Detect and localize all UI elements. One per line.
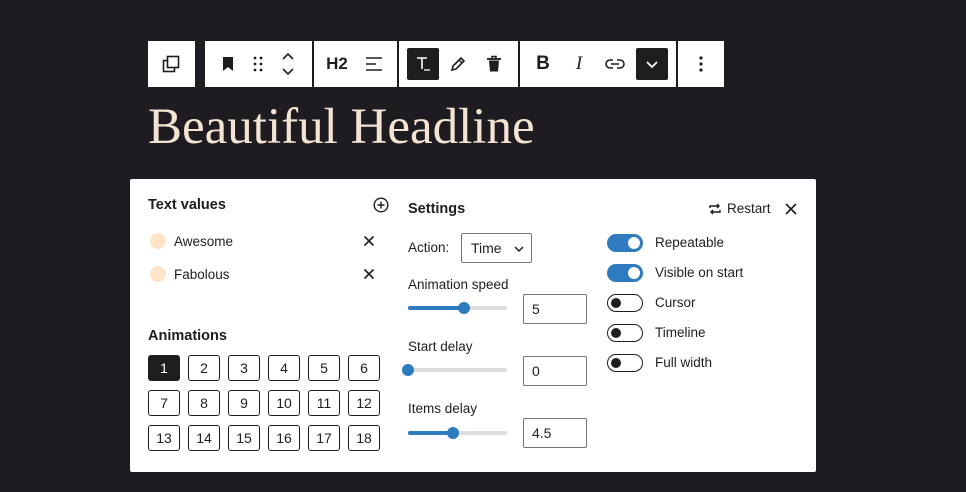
animation-option-14[interactable]: 14 [188,425,220,451]
pencil-icon[interactable] [443,49,473,79]
color-swatch[interactable] [150,266,166,282]
text-values-heading: Text values [148,197,226,213]
text-color-icon[interactable] [407,48,439,80]
link-icon[interactable] [600,49,630,79]
toggle-switch[interactable] [607,324,643,342]
toggle-label[interactable]: Visible on start [655,265,743,280]
text-value-label[interactable]: Fabolous [174,267,230,282]
close-icon[interactable] [783,201,799,217]
action-label: Action: [408,240,450,255]
move-up-down-icon[interactable] [273,49,303,79]
slider-thumb[interactable] [446,427,459,439]
align-left-icon[interactable] [359,49,389,79]
toolbar-group-tools [399,41,518,87]
items-delay-input[interactable]: 4.5 [523,418,587,448]
headline-text[interactable]: Beautiful Headline [148,98,535,156]
action-select[interactable]: Time [461,233,532,263]
animation-option-5[interactable]: 5 [308,355,340,381]
restart-label: Restart [727,201,771,216]
animation-option-1[interactable]: 1 [148,355,180,381]
restart-button[interactable]: Restart [708,201,771,216]
start-delay-slider[interactable] [402,364,507,376]
close-icon[interactable] [361,233,377,249]
slider-fill [408,306,465,310]
repeat-icon [708,202,722,216]
slider-thumb[interactable] [402,364,414,376]
toggle-label[interactable]: Timeline [655,325,706,340]
animation-option-6[interactable]: 6 [348,355,380,381]
animation-option-10[interactable]: 10 [268,390,300,416]
animation-speed-label: Animation speed [408,277,509,292]
toolbar-group-format: B I [520,41,676,87]
more-vertical-icon[interactable] [686,49,716,79]
animation-option-7[interactable]: 7 [148,390,180,416]
bold-button[interactable]: B [528,49,558,79]
chevron-down-icon[interactable] [636,48,668,80]
animations-heading: Animations [148,328,227,344]
settings-heading: Settings [408,201,466,217]
toggle-switch[interactable] [607,264,643,282]
toolbar-group-heading: H2 [314,41,397,87]
animation-option-2[interactable]: 2 [188,355,220,381]
chevron-down-icon [513,242,525,258]
items-delay-slider[interactable] [408,427,507,439]
toggle-label[interactable]: Full width [655,355,712,370]
text-value-label[interactable]: Awesome [174,234,233,249]
action-select-value: Time [471,240,502,256]
animation-speed-slider[interactable] [408,302,507,314]
toolbar-group-block [205,41,313,87]
color-swatch[interactable] [150,233,166,249]
slider-fill [408,431,453,435]
start-delay-label: Start delay [408,339,473,354]
add-icon[interactable] [373,197,389,213]
animation-option-17[interactable]: 17 [308,425,340,451]
toggle-label[interactable]: Cursor [655,295,696,310]
heading-level-button[interactable]: H2 [322,49,352,79]
slider-thumb[interactable] [458,302,471,314]
toggle-switch[interactable] [607,294,643,312]
animation-option-18[interactable]: 18 [348,425,380,451]
italic-button[interactable]: I [564,49,594,79]
animation-option-13[interactable]: 13 [148,425,180,451]
toggle-label[interactable]: Repeatable [655,235,724,250]
animation-option-15[interactable]: 15 [228,425,260,451]
toolbar-group-transform [148,41,195,87]
animation-option-16[interactable]: 16 [268,425,300,451]
animation-option-11[interactable]: 11 [308,390,340,416]
start-delay-input[interactable]: 0 [523,356,587,386]
animation-option-9[interactable]: 9 [228,390,260,416]
animation-option-3[interactable]: 3 [228,355,260,381]
animation-speed-input[interactable]: 5 [523,294,587,324]
items-delay-label: Items delay [408,401,478,416]
animation-option-12[interactable]: 12 [348,390,380,416]
toolbar-group-options [678,41,724,87]
animation-option-4[interactable]: 4 [268,355,300,381]
animation-option-8[interactable]: 8 [188,390,220,416]
close-icon[interactable] [361,266,377,282]
trash-icon[interactable] [479,49,509,79]
settings-popover: Text values Awesome Fabolous Animations … [130,179,816,472]
duplicate-icon[interactable] [156,49,186,79]
drag-handle-icon[interactable] [243,49,273,79]
toggle-switch[interactable] [607,354,643,372]
bookmark-icon[interactable] [213,49,243,79]
toggle-switch[interactable] [607,234,643,252]
